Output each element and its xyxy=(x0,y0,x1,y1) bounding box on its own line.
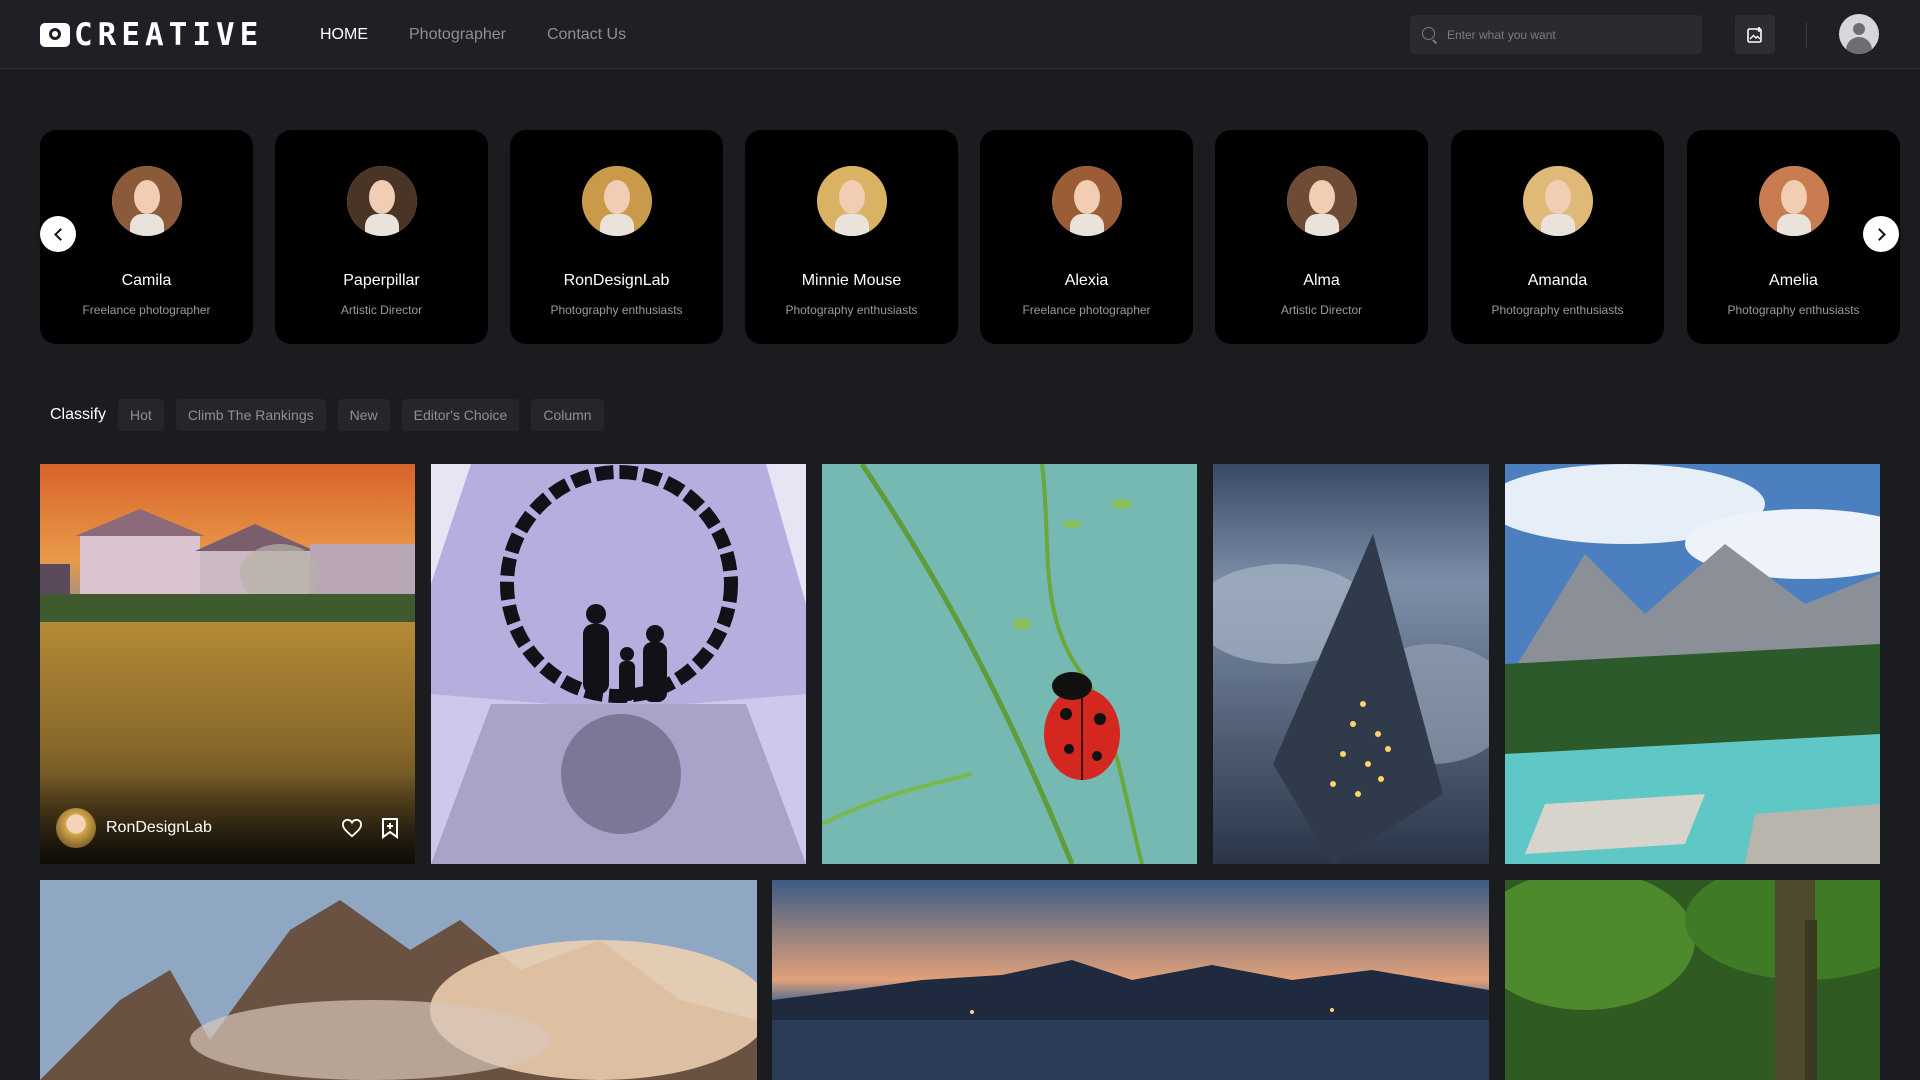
photographer-role: Artistic Director xyxy=(1280,303,1363,317)
nav-home[interactable]: HOME xyxy=(320,26,368,44)
photographer-avatar xyxy=(1287,166,1357,236)
camera-logo-icon xyxy=(40,23,70,47)
photographer-avatar xyxy=(582,166,652,236)
photographer-name: Minnie Mouse xyxy=(801,272,902,289)
photographer-avatar xyxy=(1052,166,1122,236)
classify-filter-bar: Classify Hot Climb The Rankings New Edit… xyxy=(40,399,604,431)
upload-image-button[interactable] xyxy=(1735,15,1775,54)
main-nav: HOME Photographer Contact Us xyxy=(320,0,626,69)
gallery-photo-silhouette-ring[interactable] xyxy=(431,464,806,864)
gallery-photo-cloud-town[interactable] xyxy=(1213,464,1489,864)
photographer-name: Alma xyxy=(1303,272,1340,289)
bookmark-add-icon[interactable] xyxy=(381,817,399,839)
gallery-photo-mountain-lake[interactable] xyxy=(1505,464,1880,864)
filter-chip-column[interactable]: Column xyxy=(531,399,604,431)
photo-image xyxy=(1505,464,1880,864)
photographer-role: Photography enthusiasts xyxy=(1491,303,1624,317)
filter-chip-hot[interactable]: Hot xyxy=(118,399,164,431)
photographer-card[interactable]: Paperpillar Artistic Director xyxy=(275,130,488,344)
photographer-role: Photography enthusiasts xyxy=(550,303,683,317)
photo-actions xyxy=(341,817,399,839)
photographer-role: Freelance photographer xyxy=(82,303,211,317)
carousel-next-button[interactable] xyxy=(1863,216,1899,252)
photographer-name: Camila xyxy=(121,272,172,289)
user-avatar[interactable] xyxy=(1839,14,1879,54)
photo-image xyxy=(822,464,1197,864)
photographer-avatar xyxy=(1759,166,1829,236)
user-icon-body xyxy=(1846,37,1872,54)
photographer-name: Amelia xyxy=(1769,272,1818,289)
photographer-avatar xyxy=(112,166,182,236)
nav-photographer[interactable]: Photographer xyxy=(409,26,506,44)
search-box[interactable] xyxy=(1410,15,1702,54)
photographer-role: Artistic Director xyxy=(340,303,423,317)
photographer-card[interactable]: Amanda Photography enthusiasts xyxy=(1451,130,1664,344)
nav-contact-us[interactable]: Contact Us xyxy=(547,26,626,44)
logo-text: CREATIVE xyxy=(74,17,264,53)
photographer-avatar xyxy=(347,166,417,236)
photographer-role: Freelance photographer xyxy=(1022,303,1151,317)
photographer-card[interactable]: RonDesignLab Photography enthusiasts xyxy=(510,130,723,344)
photographer-avatar xyxy=(1523,166,1593,236)
photographer-carousel: Camila Freelance photographer Paperpilla… xyxy=(40,130,1920,344)
photo-image xyxy=(40,880,757,1080)
filter-chip-editors-choice[interactable]: Editor's Choice xyxy=(401,399,520,431)
gallery-photo-forest[interactable] xyxy=(1505,880,1880,1080)
header-divider xyxy=(1806,22,1807,48)
photo-author[interactable]: RonDesignLab xyxy=(56,808,212,848)
photographer-card[interactable]: Minnie Mouse Photography enthusiasts xyxy=(745,130,958,344)
photographer-role: Photography enthusiasts xyxy=(1727,303,1860,317)
photographer-name: Alexia xyxy=(1064,272,1109,289)
filter-chip-climb-the-rankings[interactable]: Climb The Rankings xyxy=(175,399,326,431)
photo-image xyxy=(1505,880,1880,1080)
gallery-photo-house-sunset[interactable]: RonDesignLab xyxy=(40,464,415,864)
search-icon xyxy=(1422,26,1438,43)
carousel-prev-button[interactable] xyxy=(40,216,76,252)
photo-image xyxy=(772,880,1489,1080)
photographer-name: Amanda xyxy=(1527,272,1588,289)
photographer-name: Paperpillar xyxy=(343,272,420,289)
user-icon-head xyxy=(1853,23,1865,35)
photographer-name: RonDesignLab xyxy=(563,272,670,289)
photographer-role: Photography enthusiasts xyxy=(785,303,918,317)
search-input[interactable] xyxy=(1447,27,1687,42)
photo-image xyxy=(431,464,806,864)
gallery-photo-ladybug[interactable] xyxy=(822,464,1197,864)
photographer-card[interactable]: Alma Artistic Director xyxy=(1215,130,1428,344)
photographer-card[interactable]: Alexia Freelance photographer xyxy=(980,130,1193,344)
image-upload-icon xyxy=(1747,26,1762,43)
filter-chip-new[interactable]: New xyxy=(337,399,390,431)
author-name: RonDesignLab xyxy=(106,819,212,836)
gallery-photo-lake-dusk[interactable] xyxy=(772,880,1489,1080)
author-avatar xyxy=(56,808,96,848)
photo-image xyxy=(1213,464,1489,864)
photographer-avatar xyxy=(817,166,887,236)
top-header: CREATIVE HOME Photographer Contact Us xyxy=(0,0,1920,69)
heart-icon[interactable] xyxy=(341,818,363,838)
classify-label: Classify xyxy=(50,406,107,423)
gallery-photo-peaks-fog[interactable] xyxy=(40,880,757,1080)
logo[interactable]: CREATIVE xyxy=(40,18,263,52)
